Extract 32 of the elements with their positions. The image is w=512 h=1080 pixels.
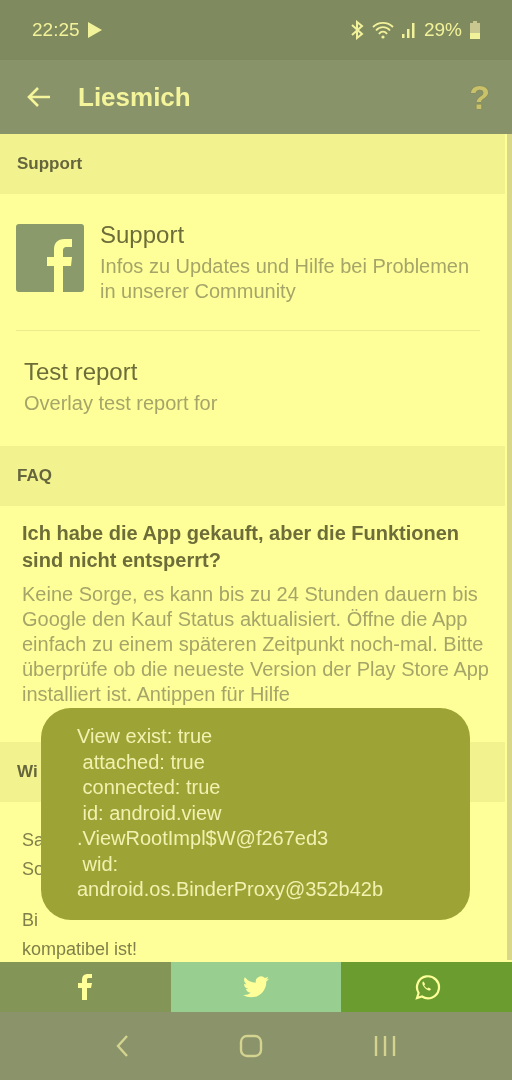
debug-toast: View exist: true attached: true connected: true id: android.view .ViewRootImpl$W@f267ed3 wid: android.os.BinderProxy@352b42b [41, 708, 470, 920]
item-description: Keine Sorge, es kann bis zu 24 Stunden dauern bis Google den Kauf Status aktualisiert. Öffne die App einfach zu einem späteren Zeitpunkt noch-mal. Bitte überprüfe ob die neueste Version der Play Store App installiert ist. Antippen für Hilfe [22, 582, 489, 707]
text-fragment: Bi [22, 909, 39, 932]
list-item[interactable]: Support Infos zu Updates und Hilfe bei Problemen in unserer Community [0, 194, 505, 330]
section-header: FAQ [0, 446, 505, 506]
section-header: Support [0, 134, 505, 194]
item-description: Overlay test report for [24, 391, 218, 416]
text-fragment: kompatibel ist! [22, 938, 138, 961]
item-title: Support [100, 220, 186, 250]
facebook-icon [16, 224, 84, 292]
battery-icon [470, 21, 480, 39]
list-item[interactable]: Test report Overlay test report for [0, 331, 505, 446]
clock: 22:25 [32, 19, 80, 41]
play-icon [87, 22, 102, 38]
bird-icon [243, 976, 269, 998]
item-title: Test report [24, 357, 139, 387]
screen-title: Liesmich [78, 81, 192, 113]
battery-percentage: 29% [423, 19, 462, 41]
back-button[interactable] [26, 86, 52, 108]
item-title: Ich habe die App gekauft, aber die Funktionen sind nicht entsperrt? [22, 521, 461, 573]
home-button[interactable] [239, 1034, 263, 1058]
wifi-icon [371, 21, 394, 39]
share-button[interactable] [170, 962, 342, 1012]
back-nav-button[interactable] [115, 1034, 129, 1058]
item-description: Infos zu Updates und Hilfe bei Problemen in unserer Community [100, 254, 471, 304]
recent-apps-button[interactable] [373, 1035, 397, 1057]
bluetooth-icon [349, 20, 364, 40]
facebook-icon [78, 974, 93, 1000]
share-button[interactable] [0, 962, 171, 1012]
chat-phone-icon [412, 973, 441, 1001]
signal-icon [401, 22, 416, 38]
share-button[interactable] [341, 962, 512, 1012]
